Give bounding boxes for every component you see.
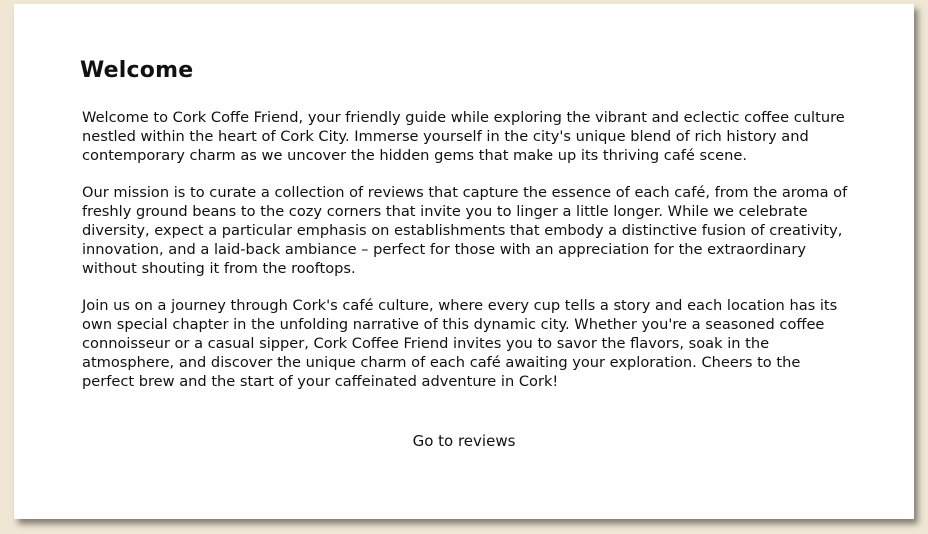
- link-row: Go to reviews: [14, 431, 914, 450]
- go-to-reviews-link[interactable]: Go to reviews: [413, 432, 516, 450]
- welcome-card: Welcome Welcome to Cork Coffe Friend, yo…: [14, 4, 914, 519]
- page-title: Welcome: [80, 58, 194, 83]
- intro-paragraph-1: Welcome to Cork Coffe Friend, your frien…: [82, 109, 845, 165]
- intro-paragraph-2: Our mission is to curate a collection of…: [82, 183, 848, 278]
- intro-paragraph-3: Join us on a journey through Cork's café…: [82, 296, 838, 391]
- intro-text: Welcome to Cork Coffe Friend, your frien…: [82, 108, 852, 409]
